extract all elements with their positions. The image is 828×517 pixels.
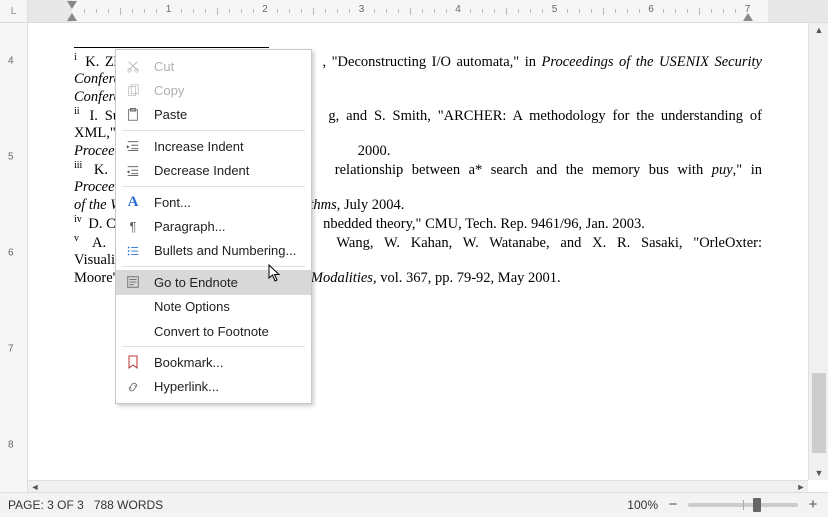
ruler-label: 2 xyxy=(262,4,268,15)
menu-decrease-indent-label: Decrease Indent xyxy=(154,163,249,178)
zoom-in-button[interactable]: + xyxy=(806,498,820,512)
menu-font-label: Font... xyxy=(154,195,191,210)
first-line-indent-marker[interactable] xyxy=(67,1,77,9)
menu-note-options[interactable]: Note Options xyxy=(116,295,311,319)
menu-copy-label: Copy xyxy=(154,83,184,98)
cut-icon xyxy=(122,57,144,75)
menu-increase-indent-label: Increase Indent xyxy=(154,139,244,154)
go-to-endnote-icon xyxy=(122,273,144,291)
status-bar: PAGE: 3 OF 3 788 WORDS 100% − + xyxy=(0,492,828,517)
status-page[interactable]: PAGE: 3 OF 3 xyxy=(8,498,84,512)
paragraph-icon: ¶ xyxy=(122,218,144,236)
ruler-label: 1 xyxy=(166,4,172,15)
vertical-scrollbar[interactable]: ▲ ▼ xyxy=(808,23,828,480)
scroll-up-button[interactable]: ▲ xyxy=(809,23,828,37)
blank-icon xyxy=(122,298,144,316)
menu-bullets[interactable]: Bullets and Numbering... xyxy=(116,239,311,263)
zoom-slider[interactable] xyxy=(688,503,798,507)
menu-hyperlink[interactable]: Hyperlink... xyxy=(116,375,311,399)
copy-icon xyxy=(122,82,144,100)
menu-hyperlink-label: Hyperlink... xyxy=(154,379,219,394)
menu-bookmark[interactable]: Bookmark... xyxy=(116,350,311,374)
menu-bullets-label: Bullets and Numbering... xyxy=(154,243,296,258)
menu-copy: Copy xyxy=(116,78,311,102)
paste-icon xyxy=(122,106,144,124)
ruler-label: 7 xyxy=(745,4,751,15)
menu-convert-footnote[interactable]: Convert to Footnote xyxy=(116,319,311,343)
vruler-label: 5 xyxy=(8,152,14,163)
menu-increase-indent[interactable]: Increase Indent xyxy=(116,134,311,158)
ruler-label: 6 xyxy=(648,4,654,15)
horizontal-scroll-track[interactable] xyxy=(42,481,794,493)
menu-bookmark-label: Bookmark... xyxy=(154,355,223,370)
menu-convert-footnote-label: Convert to Footnote xyxy=(154,324,269,339)
vertical-ruler: 4 5 6 7 8 xyxy=(0,23,28,492)
scroll-right-button[interactable]: ► xyxy=(794,481,808,493)
menu-font[interactable]: A Font... xyxy=(116,190,311,214)
hanging-indent-marker[interactable] xyxy=(67,13,77,21)
link-icon xyxy=(122,378,144,396)
bullets-icon xyxy=(122,242,144,260)
zoom-out-button[interactable]: − xyxy=(666,498,680,512)
horizontal-scrollbar[interactable]: ◄ ► xyxy=(28,480,808,492)
ruler-track[interactable]: 1 2 3 4 5 6 7 xyxy=(28,0,828,22)
ruler-label: 4 xyxy=(455,4,461,15)
context-menu: Cut Copy Paste Increase Indent Decrease … xyxy=(115,49,312,404)
menu-separator xyxy=(122,130,305,131)
increase-indent-icon xyxy=(122,137,144,155)
menu-cut-label: Cut xyxy=(154,59,174,74)
menu-note-options-label: Note Options xyxy=(154,299,230,314)
ruler-label: 3 xyxy=(359,4,365,15)
ruler-label: 5 xyxy=(552,4,558,15)
menu-paste[interactable]: Paste xyxy=(116,103,311,127)
decrease-indent-icon xyxy=(122,162,144,180)
horizontal-ruler: L 1 2 3 4 5 6 7 xyxy=(0,0,828,23)
scroll-down-button[interactable]: ▼ xyxy=(809,466,828,480)
menu-paragraph[interactable]: ¶ Paragraph... xyxy=(116,214,311,238)
endnote-separator xyxy=(74,47,269,48)
menu-separator xyxy=(122,186,305,187)
font-icon: A xyxy=(122,193,144,211)
zoom-percent[interactable]: 100% xyxy=(627,498,658,512)
blank-icon xyxy=(122,322,144,340)
vruler-label: 8 xyxy=(8,440,14,451)
vruler-label: 7 xyxy=(8,344,14,355)
menu-paragraph-label: Paragraph... xyxy=(154,219,226,234)
bookmark-icon xyxy=(122,353,144,371)
vruler-label: 6 xyxy=(8,248,14,259)
status-words[interactable]: 788 WORDS xyxy=(94,498,163,512)
menu-separator xyxy=(122,266,305,267)
vertical-scroll-thumb[interactable] xyxy=(812,373,826,453)
menu-go-to-endnote[interactable]: Go to Endnote xyxy=(116,270,311,294)
zoom-slider-thumb[interactable] xyxy=(753,498,761,512)
menu-go-to-endnote-label: Go to Endnote xyxy=(154,275,238,290)
scroll-left-button[interactable]: ◄ xyxy=(28,481,42,493)
menu-paste-label: Paste xyxy=(154,107,187,122)
ruler-corner-icon: L xyxy=(0,0,28,22)
menu-separator xyxy=(122,346,305,347)
vruler-label: 4 xyxy=(8,56,14,67)
menu-decrease-indent[interactable]: Decrease Indent xyxy=(116,159,311,183)
menu-cut: Cut xyxy=(116,54,311,78)
